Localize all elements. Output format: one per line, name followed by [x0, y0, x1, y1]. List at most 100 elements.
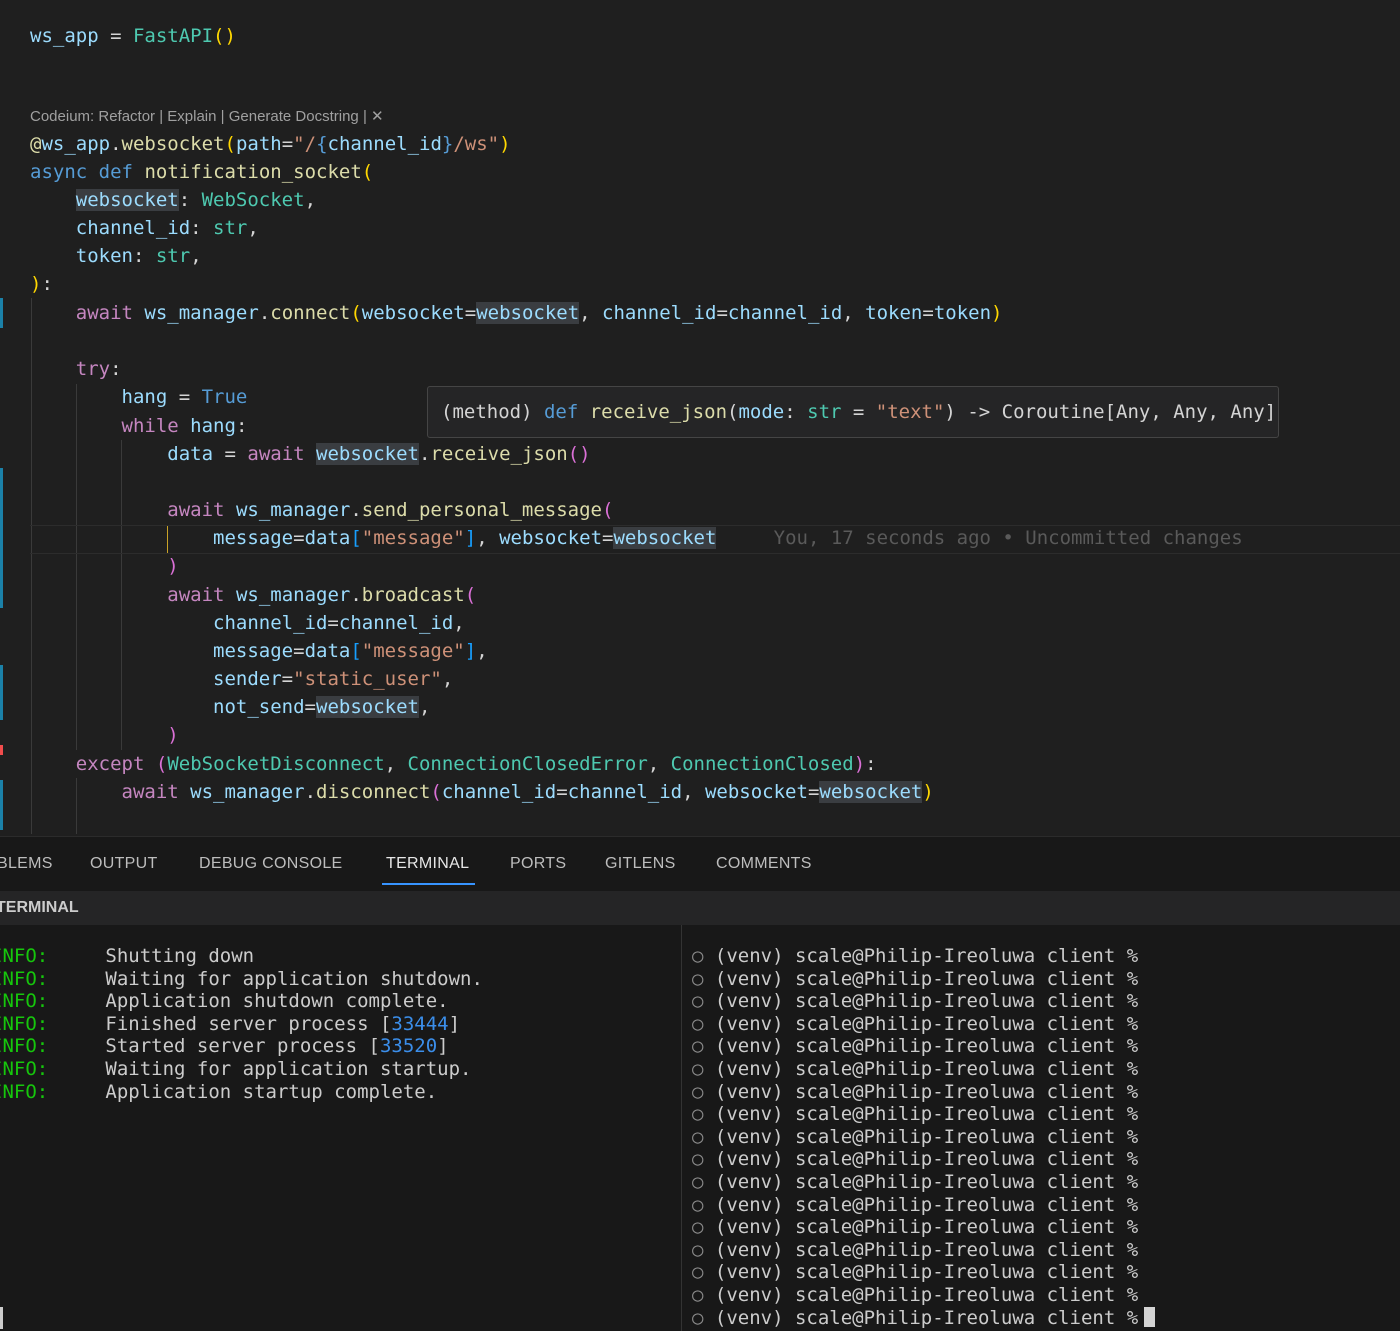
terminal-prompt-line: ○ (venv) scale@Philip-Ireoluwa client %	[692, 1148, 1138, 1171]
code-line-close-paren[interactable]: )	[30, 552, 178, 580]
code-line-param[interactable]: token: str,	[30, 242, 202, 270]
active-tab-indicator	[382, 883, 475, 885]
terminal-prompt-line: ○ (venv) scale@Philip-Ireoluwa client %	[692, 1081, 1138, 1104]
code-line-broadcast-arg[interactable]: channel_id=channel_id,	[30, 609, 465, 637]
terminal-prompt-line: ○ (venv) scale@Philip-Ireoluwa client %	[692, 1261, 1138, 1284]
code-line-param[interactable]: channel_id: str,	[30, 214, 259, 242]
terminal-cursor	[1144, 1306, 1156, 1327]
code-line-send-personal[interactable]: await ws_manager.send_personal_message(	[30, 496, 613, 524]
terminal-prompt-line: ○ (venv) scale@Philip-Ireoluwa client %	[692, 1194, 1138, 1217]
process-id: 33444	[391, 1012, 449, 1035]
log-message: Shutting down	[105, 945, 255, 967]
code-line-close-def[interactable]: ):	[30, 270, 53, 298]
hover-tooltip: (method) def receive_json(mode: str = "t…	[427, 386, 1279, 438]
command-decoration-icon[interactable]: ○	[692, 968, 715, 990]
tab-debug-console[interactable]: DEBUG CONSOLE	[199, 855, 343, 873]
command-decoration-icon[interactable]: ○	[692, 1103, 715, 1125]
command-decoration-icon[interactable]: ○	[692, 1035, 715, 1057]
gutter-deleted-marker[interactable]	[0, 745, 3, 755]
gutter-modified-marker[interactable]	[0, 468, 3, 608]
terminal-prompt-line: ○ (venv) scale@Philip-Ireoluwa client %	[692, 945, 1138, 968]
command-decoration-icon[interactable]: ○	[692, 1171, 715, 1193]
shell-prompt: (venv) scale@Philip-Ireoluwa client %	[714, 1306, 1139, 1329]
command-decoration-icon[interactable]: ○	[692, 1148, 715, 1170]
shell-prompt: (venv) scale@Philip-Ireoluwa client %	[714, 1125, 1139, 1148]
command-decoration-icon[interactable]: ○	[692, 1216, 715, 1238]
log-message: Application startup complete.	[105, 1080, 438, 1103]
log-message: Application shutdown complete.	[105, 990, 449, 1013]
shell-prompt: (venv) scale@Philip-Ireoluwa client %	[714, 967, 1139, 990]
code-line-decorator[interactable]: @ws_app.websocket(path="/{channel_id}/ws…	[30, 130, 511, 158]
shell-prompt: (venv) scale@Philip-Ireoluwa client %	[714, 1193, 1139, 1216]
log-level: INFO:	[0, 1035, 49, 1058]
log-level: INFO:	[0, 967, 49, 990]
command-decoration-icon[interactable]: ○	[692, 945, 715, 967]
code-line-param[interactable]: websocket: WebSocket,	[30, 186, 316, 214]
gutter-modified-marker[interactable]	[0, 298, 3, 328]
command-decoration-icon[interactable]: ○	[692, 1058, 715, 1080]
log-message: Waiting for application startup.	[105, 1058, 472, 1080]
terminal-log-line: INFO: Waiting for application shutdown.	[0, 968, 483, 991]
terminal-prompt-line: ○ (venv) scale@Philip-Ireoluwa client %	[692, 1171, 1138, 1194]
tab-terminal[interactable]: TERMINAL	[386, 855, 469, 873]
command-decoration-icon[interactable]: ○	[692, 1126, 715, 1148]
terminal-prompt-line: ○ (venv) scale@Philip-Ireoluwa client %	[692, 1013, 1138, 1036]
tab-output[interactable]: OUTPUT	[90, 855, 158, 873]
code-line-hang[interactable]: hang = True	[30, 383, 248, 411]
code-line-broadcast[interactable]: await ws_manager.broadcast(	[30, 581, 476, 609]
code-line-ws-app[interactable]: ws_app = FastAPI()	[30, 22, 236, 50]
code-line-connect[interactable]: await ws_manager.connect(websocket=webso…	[30, 299, 1002, 327]
bottom-panel: BLEMS OUTPUT DEBUG CONSOLE TERMINAL PORT…	[0, 836, 1400, 1331]
shell-prompt: (venv) scale@Philip-Ireoluwa client %	[714, 1261, 1139, 1284]
log-level: INFO:	[0, 1080, 49, 1103]
code-line-except[interactable]: except (WebSocketDisconnect, ConnectionC…	[30, 750, 877, 778]
shell-prompt: (venv) scale@Philip-Ireoluwa client %	[714, 1171, 1139, 1193]
code-line-broadcast-arg[interactable]: sender="static_user",	[30, 665, 453, 693]
shell-prompt: (venv) scale@Philip-Ireoluwa client %	[714, 1080, 1139, 1103]
terminal-prompt-line: ○ (venv) scale@Philip-Ireoluwa client %	[692, 968, 1138, 991]
code-line-broadcast-arg[interactable]: message=data["message"],	[30, 637, 488, 665]
code-line-disconnect[interactable]: await ws_manager.disconnect(channel_id=c…	[30, 778, 934, 806]
command-decoration-icon[interactable]: ○	[692, 1284, 715, 1306]
terminal-prompt-line: ○ (venv) scale@Philip-Ireoluwa client %	[692, 1035, 1138, 1058]
command-decoration-icon[interactable]: ○	[692, 1261, 715, 1283]
shell-prompt: (venv) scale@Philip-Ireoluwa client %	[714, 1058, 1139, 1080]
terminal-prompt-line: ○ (venv) scale@Philip-Ireoluwa client %	[692, 1306, 1156, 1330]
code-line-close-paren[interactable]: )	[30, 721, 178, 749]
shell-prompt: (venv) scale@Philip-Ireoluwa client %	[714, 1035, 1139, 1058]
terminal-log-line: INFO: Finished server process [33444]	[0, 1013, 460, 1036]
code-line-def[interactable]: async def notification_socket(	[30, 158, 373, 186]
process-id: 33520	[379, 1035, 438, 1058]
tab-gitlens[interactable]: GITLENS	[605, 855, 676, 873]
log-level: INFO:	[0, 990, 49, 1013]
code-line-broadcast-arg[interactable]: not_send=websocket,	[30, 693, 430, 721]
gutter-modified-marker[interactable]	[0, 665, 3, 720]
shell-prompt: (venv) scale@Philip-Ireoluwa client %	[714, 1284, 1139, 1306]
terminal-split-divider[interactable]	[681, 925, 682, 1331]
gitlens-blame-annotation[interactable]: You, 17 seconds ago • Uncommitted change…	[774, 527, 1243, 549]
shell-prompt: (venv) scale@Philip-Ireoluwa client %	[714, 945, 1139, 967]
code-line-receive[interactable]: data = await websocket.receive_json()	[30, 440, 591, 468]
terminal-prompt-line: ○ (venv) scale@Philip-Ireoluwa client %	[692, 1284, 1138, 1307]
code-line-try[interactable]: try:	[30, 355, 122, 383]
command-decoration-icon[interactable]: ○	[692, 1239, 715, 1261]
terminal-left-cursor	[0, 1307, 3, 1329]
command-decoration-icon[interactable]: ○	[692, 1194, 715, 1216]
terminal-prompt-line: ○ (venv) scale@Philip-Ireoluwa client %	[692, 1126, 1138, 1149]
terminal-log-line: INFO: Shutting down	[0, 945, 254, 968]
command-decoration-icon[interactable]: ○	[692, 990, 715, 1012]
terminal-log-line: INFO: Waiting for application startup.	[0, 1058, 471, 1081]
tab-problems[interactable]: BLEMS	[0, 855, 53, 873]
log-message: Finished server process	[105, 1012, 380, 1035]
tab-comments[interactable]: COMMENTS	[716, 855, 812, 873]
code-editor[interactable]: ws_app = FastAPI() Codeium: Refactor | E…	[0, 0, 1400, 836]
command-decoration-icon[interactable]: ○	[692, 1307, 715, 1329]
gutter-modified-marker[interactable]	[0, 780, 3, 830]
command-decoration-icon[interactable]: ○	[692, 1081, 715, 1103]
log-level: INFO:	[0, 1012, 49, 1035]
tab-ports[interactable]: PORTS	[510, 855, 566, 873]
code-line-while[interactable]: while hang:	[30, 412, 248, 440]
command-decoration-icon[interactable]: ○	[692, 1013, 715, 1035]
code-line-send-args[interactable]: message=data["message"], websocket=webso…	[30, 524, 1243, 552]
codeium-codelens[interactable]: Codeium: Refactor | Explain | Generate D…	[30, 107, 384, 127]
